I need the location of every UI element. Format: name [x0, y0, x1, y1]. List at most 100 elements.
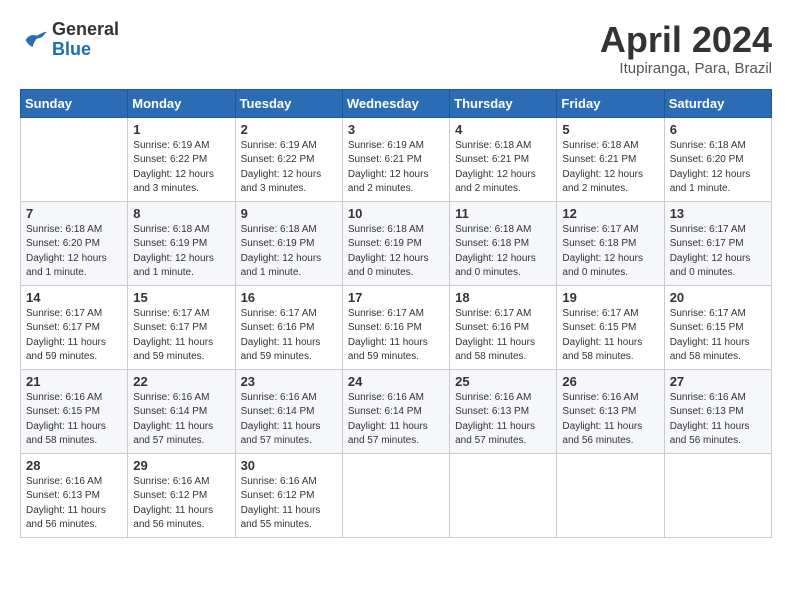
logo-text: General Blue [52, 20, 119, 60]
calendar-week-row: 7 Sunrise: 6:18 AM Sunset: 6:20 PM Daylig… [21, 201, 772, 285]
calendar-cell: 8 Sunrise: 6:18 AM Sunset: 6:19 PM Daylig… [128, 201, 235, 285]
day-number: 27 [670, 374, 766, 389]
day-number: 13 [670, 206, 766, 221]
calendar-cell: 15 Sunrise: 6:17 AM Sunset: 6:17 PM Dayli… [128, 285, 235, 369]
day-number: 14 [26, 290, 122, 305]
calendar-week-row: 21Sunrise: 6:16 AM Sunset: 6:15 PM Dayli… [21, 369, 772, 453]
day-number: 28 [26, 458, 122, 473]
calendar-cell: 25 Sunrise: 6:16 AM Sunset: 6:13 PM Dayli… [450, 369, 557, 453]
day-info: Sunrise: 6:17 AM Sunset: 6:17 PM Dayligh… [670, 223, 766, 281]
calendar-cell: 29 Sunrise: 6:16 AM Sunset: 6:12 PM Dayli… [128, 453, 235, 537]
calendar-cell: 3 Sunrise: 6:19 AM Sunset: 6:21 PM Daylig… [342, 117, 449, 201]
day-number: 4 [455, 122, 551, 137]
day-info: Sunrise: 6:17 AM Sunset: 6:17 PM Dayligh… [133, 307, 229, 365]
day-number: 26 [562, 374, 658, 389]
day-info: Sunrise: 6:18 AM Sunset: 6:19 PM Dayligh… [348, 223, 444, 281]
day-number: 10 [348, 206, 444, 221]
calendar-cell: 27Sunrise: 6:16 AM Sunset: 6:13 PM Dayli… [664, 369, 771, 453]
day-info: Sunrise: 6:18 AM Sunset: 6:21 PM Dayligh… [455, 139, 551, 197]
day-of-week-header: Tuesday [235, 89, 342, 117]
calendar-header-row: SundayMondayTuesdayWednesdayThursdayFrid… [21, 89, 772, 117]
day-info: Sunrise: 6:18 AM Sunset: 6:18 PM Dayligh… [455, 223, 551, 281]
day-number: 8 [133, 206, 229, 221]
day-info: Sunrise: 6:16 AM Sunset: 6:12 PM Dayligh… [241, 475, 337, 533]
day-number: 9 [241, 206, 337, 221]
day-info: Sunrise: 6:18 AM Sunset: 6:21 PM Dayligh… [562, 139, 658, 197]
calendar-cell: 13 Sunrise: 6:17 AM Sunset: 6:17 PM Dayli… [664, 201, 771, 285]
calendar-cell: 2 Sunrise: 6:19 AM Sunset: 6:22 PM Daylig… [235, 117, 342, 201]
day-info: Sunrise: 6:16 AM Sunset: 6:14 PM Dayligh… [348, 391, 444, 449]
day-number: 15 [133, 290, 229, 305]
day-info: Sunrise: 6:16 AM Sunset: 6:13 PM Dayligh… [562, 391, 658, 449]
calendar-cell [342, 453, 449, 537]
calendar-cell: 1 Sunrise: 6:19 AM Sunset: 6:22 PM Daylig… [128, 117, 235, 201]
day-info: Sunrise: 6:17 AM Sunset: 6:16 PM Dayligh… [455, 307, 551, 365]
day-info: Sunrise: 6:17 AM Sunset: 6:15 PM Dayligh… [562, 307, 658, 365]
day-info: Sunrise: 6:18 AM Sunset: 6:20 PM Dayligh… [26, 223, 122, 281]
day-of-week-header: Monday [128, 89, 235, 117]
calendar-cell: 9Sunrise: 6:18 AM Sunset: 6:19 PM Daylig… [235, 201, 342, 285]
calendar-cell: 14Sunrise: 6:17 AM Sunset: 6:17 PM Dayli… [21, 285, 128, 369]
day-info: Sunrise: 6:17 AM Sunset: 6:18 PM Dayligh… [562, 223, 658, 281]
day-number: 24 [348, 374, 444, 389]
calendar-cell: 30 Sunrise: 6:16 AM Sunset: 6:12 PM Dayli… [235, 453, 342, 537]
day-info: Sunrise: 6:16 AM Sunset: 6:13 PM Dayligh… [26, 475, 122, 533]
day-info: Sunrise: 6:18 AM Sunset: 6:19 PM Dayligh… [133, 223, 229, 281]
calendar-week-row: 28 Sunrise: 6:16 AM Sunset: 6:13 PM Dayli… [21, 453, 772, 537]
day-info: Sunrise: 6:19 AM Sunset: 6:21 PM Dayligh… [348, 139, 444, 197]
calendar-cell: 28 Sunrise: 6:16 AM Sunset: 6:13 PM Dayli… [21, 453, 128, 537]
day-number: 11 [455, 206, 551, 221]
month-title: April 2024 [600, 20, 772, 60]
calendar-cell: 10 Sunrise: 6:18 AM Sunset: 6:19 PM Dayli… [342, 201, 449, 285]
day-info: Sunrise: 6:16 AM Sunset: 6:14 PM Dayligh… [241, 391, 337, 449]
day-number: 30 [241, 458, 337, 473]
day-number: 19 [562, 290, 658, 305]
day-number: 20 [670, 290, 766, 305]
calendar-week-row: 14 Sunrise: 6:17 AM Sunset: 6:17 PM Dayli… [21, 285, 772, 369]
day-number: 3 [348, 122, 444, 137]
calendar-cell [450, 453, 557, 537]
location-title: Itupiranga, Para, Brazil [600, 60, 772, 77]
calendar-cell: 17 Sunrise: 6:17 AM Sunset: 6:16 PM Dayli… [342, 285, 449, 369]
day-of-week-header: Thursday [450, 89, 557, 117]
day-of-week-header: Friday [557, 89, 664, 117]
day-info: Sunrise: 6:16 AM Sunset: 6:14 PM Dayligh… [133, 391, 229, 449]
day-of-week-header: Saturday [664, 89, 771, 117]
calendar-cell: 21Sunrise: 6:16 AM Sunset: 6:15 PM Dayli… [21, 369, 128, 453]
logo: General Blue [20, 20, 119, 60]
calendar-cell: 22 Sunrise: 6:16 AM Sunset: 6:14 PM Dayli… [128, 369, 235, 453]
calendar-cell: 6Sunrise: 6:18 AM Sunset: 6:20 PM Daylig… [664, 117, 771, 201]
day-number: 25 [455, 374, 551, 389]
calendar-cell: 7 Sunrise: 6:18 AM Sunset: 6:20 PM Daylig… [21, 201, 128, 285]
day-number: 17 [348, 290, 444, 305]
day-info: Sunrise: 6:17 AM Sunset: 6:16 PM Dayligh… [241, 307, 337, 365]
day-info: Sunrise: 6:19 AM Sunset: 6:22 PM Dayligh… [133, 139, 229, 197]
calendar-cell: 19 Sunrise: 6:17 AM Sunset: 6:15 PM Dayli… [557, 285, 664, 369]
day-number: 18 [455, 290, 551, 305]
logo-blue-text: Blue [52, 40, 119, 60]
calendar-cell [557, 453, 664, 537]
calendar-week-row: 1 Sunrise: 6:19 AM Sunset: 6:22 PM Daylig… [21, 117, 772, 201]
day-info: Sunrise: 6:17 AM Sunset: 6:16 PM Dayligh… [348, 307, 444, 365]
calendar-table: SundayMondayTuesdayWednesdayThursdayFrid… [20, 89, 772, 538]
calendar-cell: 11 Sunrise: 6:18 AM Sunset: 6:18 PM Dayli… [450, 201, 557, 285]
day-number: 5 [562, 122, 658, 137]
day-number: 22 [133, 374, 229, 389]
calendar-cell: 16Sunrise: 6:17 AM Sunset: 6:16 PM Dayli… [235, 285, 342, 369]
day-info: Sunrise: 6:18 AM Sunset: 6:20 PM Dayligh… [670, 139, 766, 197]
calendar-cell: 23Sunrise: 6:16 AM Sunset: 6:14 PM Dayli… [235, 369, 342, 453]
day-number: 21 [26, 374, 122, 389]
day-info: Sunrise: 6:16 AM Sunset: 6:12 PM Dayligh… [133, 475, 229, 533]
day-info: Sunrise: 6:17 AM Sunset: 6:15 PM Dayligh… [670, 307, 766, 365]
day-info: Sunrise: 6:16 AM Sunset: 6:13 PM Dayligh… [455, 391, 551, 449]
calendar-cell: 18 Sunrise: 6:17 AM Sunset: 6:16 PM Dayli… [450, 285, 557, 369]
logo-bird-icon [20, 26, 48, 54]
day-info: Sunrise: 6:19 AM Sunset: 6:22 PM Dayligh… [241, 139, 337, 197]
day-of-week-header: Wednesday [342, 89, 449, 117]
calendar-cell: 26 Sunrise: 6:16 AM Sunset: 6:13 PM Dayli… [557, 369, 664, 453]
day-of-week-header: Sunday [21, 89, 128, 117]
day-number: 29 [133, 458, 229, 473]
day-number: 2 [241, 122, 337, 137]
day-number: 7 [26, 206, 122, 221]
day-number: 1 [133, 122, 229, 137]
